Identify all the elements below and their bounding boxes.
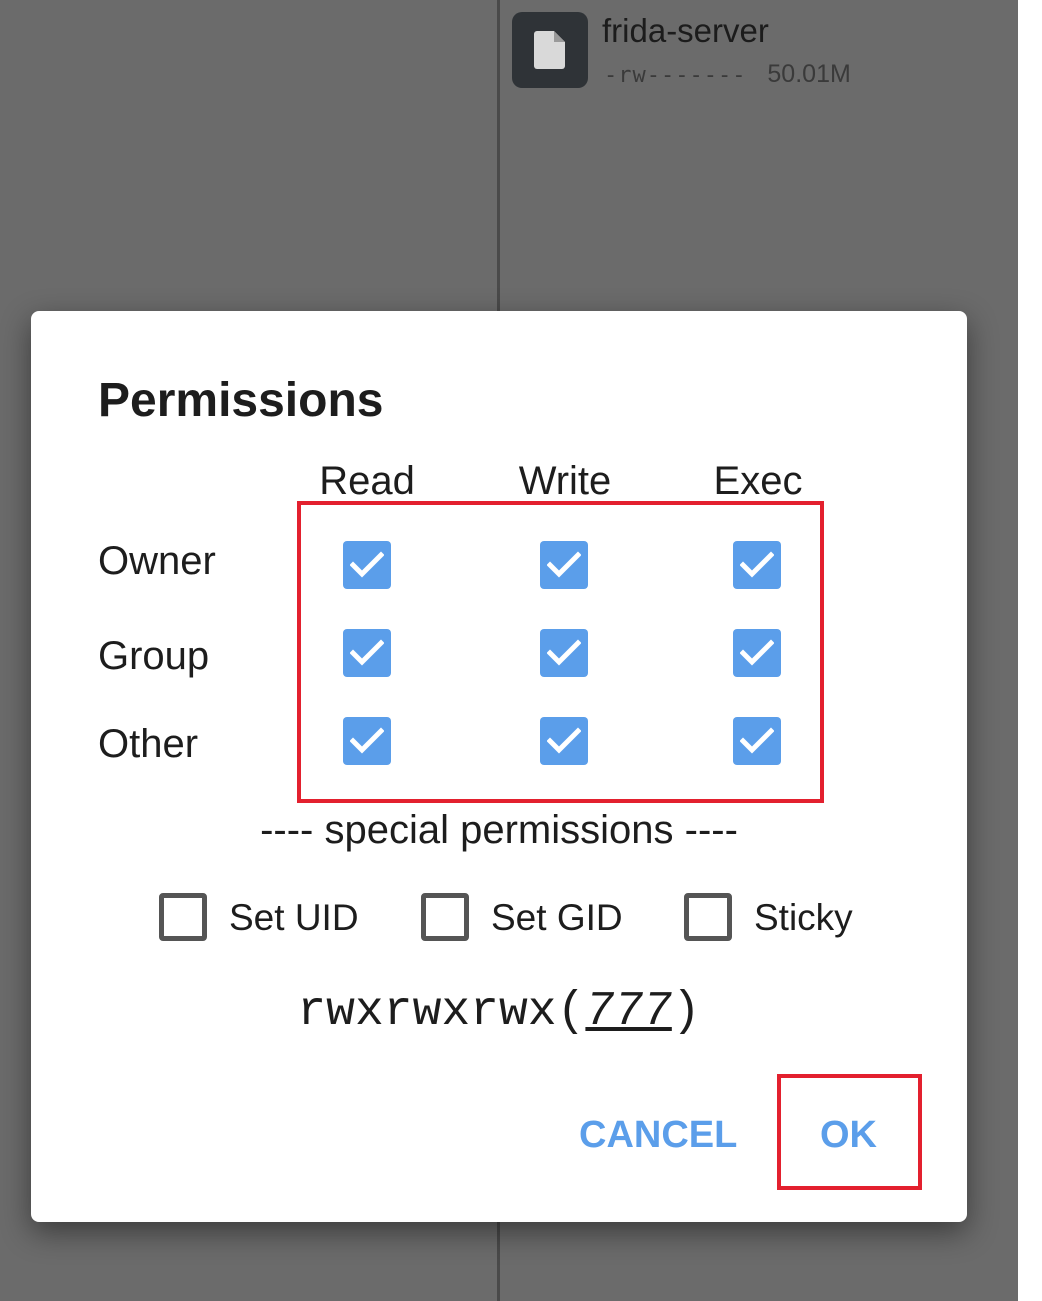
mode-display: rwxrwxrwx(777) <box>297 985 701 1039</box>
special-permissions-label: ---- special permissions ---- <box>260 808 738 852</box>
label-sticky[interactable]: Sticky <box>754 897 853 939</box>
label-set-uid[interactable]: Set UID <box>229 897 359 939</box>
cancel-button[interactable]: CANCEL <box>579 1114 737 1157</box>
checkbox-sticky[interactable] <box>684 893 732 941</box>
dialog-title: Permissions <box>98 374 384 427</box>
ok-button-highlight <box>777 1074 922 1190</box>
checkbox-set-gid[interactable] <box>421 893 469 941</box>
file-item-frida-server[interactable]: frida-server -rw------- 50.01M <box>512 10 992 94</box>
mode-symbolic: rwxrwxrwx <box>297 985 557 1039</box>
file-name: frida-server <box>602 12 769 49</box>
column-header-write: Write <box>518 459 612 503</box>
column-header-read: Read <box>319 459 415 503</box>
mode-octal: 777 <box>585 985 672 1039</box>
checkbox-grid-highlight <box>297 501 824 803</box>
file-meta: -rw------- 50.01M <box>604 60 851 89</box>
file-permissions: -rw------- <box>604 63 747 88</box>
checkbox-set-uid[interactable] <box>159 893 207 941</box>
row-label-other: Other <box>98 722 199 766</box>
file-size: 50.01M <box>767 60 851 88</box>
permissions-dialog: Permissions Read Write Exec Owner Group … <box>31 311 967 1222</box>
row-label-owner: Owner <box>98 539 216 583</box>
file-icon <box>512 12 588 88</box>
screen-edge <box>1018 0 1042 1301</box>
row-label-group: Group <box>98 634 210 678</box>
column-header-exec: Exec <box>713 459 803 503</box>
label-set-gid[interactable]: Set GID <box>491 897 623 939</box>
